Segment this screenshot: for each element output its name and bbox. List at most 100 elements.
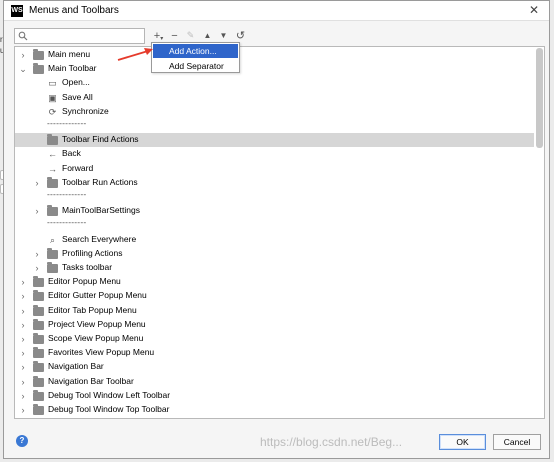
chevron-right-icon[interactable]: › xyxy=(33,263,41,273)
folder-icon xyxy=(33,318,44,330)
chevron-right-icon[interactable]: › xyxy=(19,306,27,316)
tree-row-label: Toolbar Run Actions xyxy=(62,176,138,187)
forward-icon: → xyxy=(48,163,57,174)
tree-row[interactable]: ------------- xyxy=(15,189,534,204)
chevron-right-icon[interactable]: › xyxy=(19,391,27,401)
chevron-right-icon[interactable]: › xyxy=(33,206,41,216)
folder-icon xyxy=(47,205,58,217)
tree-row[interactable]: › Favorites View Popup Menu xyxy=(15,346,534,360)
tree-row[interactable]: › Profiling Actions xyxy=(15,247,534,261)
add-menu-popup: Add Action... Add Separator xyxy=(151,42,240,73)
tree-row[interactable]: › MainToolBarSettings xyxy=(15,204,534,218)
tree-row[interactable]: › Editor Gutter Popup Menu xyxy=(15,289,534,303)
save-icon: ▣ xyxy=(48,92,57,103)
separator-label: ------------- xyxy=(47,189,87,199)
tree-row[interactable]: › Toolbar Run Actions xyxy=(15,176,534,190)
folder-icon xyxy=(33,389,44,401)
tree-row[interactable]: › Main menu xyxy=(15,48,534,62)
chevron-right-icon[interactable]: › xyxy=(19,291,27,301)
restore-icon: ↺ xyxy=(235,30,246,42)
tree-scrollbar[interactable] xyxy=(536,48,543,148)
tree-row[interactable]: ⟳ Synchronize xyxy=(15,105,534,119)
folder-icon xyxy=(33,276,44,288)
tree-row[interactable]: › Scope View Popup Menu xyxy=(15,332,534,346)
folder-icon xyxy=(47,262,58,273)
tree-row[interactable]: ⌄ Main Toolbar xyxy=(15,62,534,76)
chevron-right-icon[interactable]: › xyxy=(19,320,27,330)
cancel-button[interactable]: Cancel xyxy=(493,434,541,450)
tree-row-label: Favorites View Popup Menu xyxy=(48,347,155,358)
close-button[interactable]: ✕ xyxy=(527,3,541,17)
remove-button[interactable]: − xyxy=(168,29,181,42)
dropdown-icon: ▾ xyxy=(160,36,164,42)
chevron-right-icon[interactable]: › xyxy=(33,178,41,188)
chevron-right-icon[interactable]: › xyxy=(19,377,27,387)
tree-row[interactable]: › Project View Popup Menu xyxy=(15,318,534,332)
chevron-right-icon[interactable]: › xyxy=(19,50,27,60)
back-icon: ← xyxy=(48,149,57,160)
chevron-down-icon[interactable]: ⌄ xyxy=(19,64,27,74)
tree-row[interactable]: › Tasks toolbar xyxy=(15,261,534,275)
tree-row-label: Debug Tool Window Top Toolbar xyxy=(48,404,170,414)
tree-row[interactable]: › Navigation Bar xyxy=(15,360,534,374)
folder-icon xyxy=(47,176,58,188)
search-input[interactable] xyxy=(30,29,140,43)
chevron-right-icon[interactable]: › xyxy=(19,405,27,415)
tree-row-label: Navigation Bar Toolbar xyxy=(48,375,134,386)
chevron-right-icon[interactable]: › xyxy=(33,249,41,259)
open-icon: ▭ xyxy=(48,78,57,89)
tree-row-label: Main menu xyxy=(48,49,91,59)
tree-row-label: Editor Gutter Popup Menu xyxy=(48,290,147,301)
folder-icon xyxy=(47,134,58,146)
actions-tree[interactable]: › Main menu ⌄ Main Toolbar ▭ Open... ▣ Save All… xyxy=(14,46,545,419)
chevron-right-icon[interactable]: › xyxy=(19,348,27,358)
tree-row[interactable]: ← Back xyxy=(15,147,534,161)
folder-icon xyxy=(33,361,44,373)
edit-icon-button[interactable]: ✎ xyxy=(184,29,197,42)
tree-row[interactable]: › Debug Tool Window Left Toolbar xyxy=(15,389,534,403)
tree-row-label: Save All xyxy=(62,91,93,102)
chevron-right-icon[interactable]: › xyxy=(19,362,27,372)
add-button[interactable]: + ▾ xyxy=(152,29,165,43)
webstorm-icon: WS xyxy=(11,5,23,17)
annotation-arrow xyxy=(117,48,153,61)
move-up-button[interactable]: ▲ xyxy=(201,29,214,42)
tree-row-label: Open... xyxy=(62,77,90,88)
restore-defaults-button[interactable]: ↺ xyxy=(234,29,247,42)
folder-icon xyxy=(33,347,44,359)
add-separator-item[interactable]: Add Separator xyxy=(153,59,238,73)
search-icon: ⌕ xyxy=(49,234,56,245)
tree-row[interactable]: → Forward xyxy=(15,162,534,176)
menus-and-toolbars-dialog: WS Menus and Toolbars ✕ + ▾ − ✎ ▲ ▼ ↺ › Ma… xyxy=(3,0,550,459)
tree-row-label: Profiling Actions xyxy=(62,247,123,258)
tree-row-label: Search Everywhere xyxy=(62,233,137,244)
search-field[interactable] xyxy=(14,28,145,44)
tree-row-label: Forward xyxy=(62,162,94,173)
watermark: https://blog.csdn.net/Beg... xyxy=(260,435,403,449)
tree-row[interactable]: ------------- xyxy=(15,118,534,133)
tree-row[interactable]: ▣ Save All xyxy=(15,91,534,105)
tree-row-label: Project View Popup Menu xyxy=(48,318,146,329)
chevron-right-icon[interactable]: › xyxy=(19,334,27,344)
tree-row-label: Scope View Popup Menu xyxy=(48,333,144,343)
add-action-item[interactable]: Add Action... xyxy=(153,44,238,58)
pencil-icon: ✎ xyxy=(186,30,195,40)
tree-row[interactable]: › Debug Tool Window Top Toolbar xyxy=(15,403,534,417)
move-down-button[interactable]: ▼ xyxy=(217,29,230,42)
sync-icon: ⟳ xyxy=(48,106,57,117)
dialog-title: Menus and Toolbars xyxy=(29,5,119,16)
tree-row[interactable]: › Editor Popup Menu xyxy=(15,275,534,289)
folder-icon xyxy=(47,247,58,259)
tree-row-label: Back xyxy=(62,148,81,159)
tree-row[interactable]: ▭ Open... xyxy=(15,76,534,90)
tree-row[interactable]: ⌕ Search Everywhere xyxy=(15,233,534,247)
search-icon xyxy=(18,31,28,41)
folder-icon xyxy=(33,304,44,316)
help-button[interactable]: ? xyxy=(16,435,28,447)
tree-row[interactable]: Toolbar Find Actions xyxy=(15,133,534,148)
tree-row[interactable]: › Navigation Bar Toolbar xyxy=(15,375,534,389)
tree-row[interactable]: › Editor Tab Popup Menu xyxy=(15,304,534,318)
chevron-right-icon[interactable]: › xyxy=(19,277,27,287)
tree-row[interactable]: ------------- xyxy=(15,217,534,232)
ok-button[interactable]: OK xyxy=(439,434,486,450)
